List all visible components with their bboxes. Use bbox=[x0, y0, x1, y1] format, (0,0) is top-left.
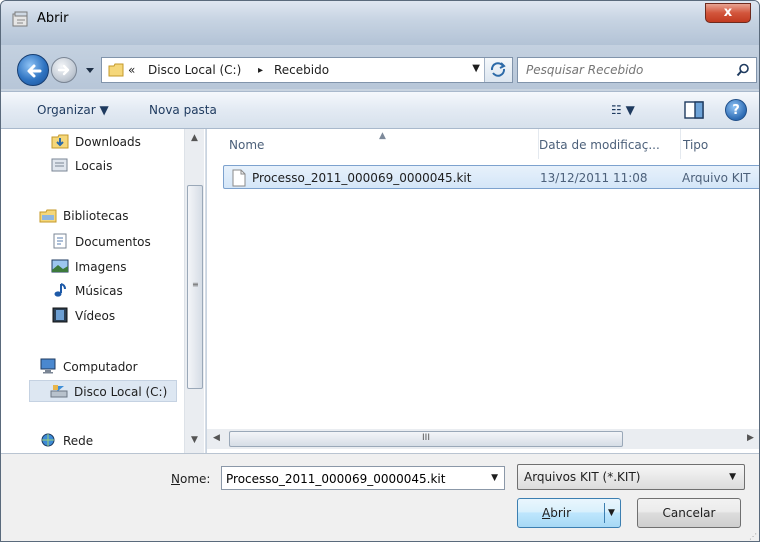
file-list-scrollbar[interactable]: ◀ III ▶ bbox=[207, 429, 759, 449]
back-arrow-icon bbox=[27, 64, 42, 78]
sidebar-item-rede[interactable]: Rede bbox=[1, 430, 183, 452]
breadcrumb-disco-local[interactable]: Disco Local (C:) bbox=[148, 63, 241, 77]
column-header-label: Tipo bbox=[683, 138, 709, 152]
downloads-icon bbox=[51, 134, 69, 149]
sidebar-item-bibliotecas[interactable]: Bibliotecas bbox=[1, 205, 183, 227]
open-button-label: Abrir bbox=[542, 499, 571, 527]
organize-menu[interactable]: Organizar ▼ bbox=[37, 103, 109, 117]
recent-pages-dropdown-icon[interactable] bbox=[83, 63, 97, 77]
open-button-text: brir bbox=[550, 506, 572, 520]
column-header-name[interactable]: Nome ▲ bbox=[215, 129, 539, 159]
library-icon bbox=[39, 209, 57, 223]
sidebar-item-musicas[interactable]: Músicas bbox=[1, 280, 183, 302]
search-input[interactable] bbox=[526, 62, 726, 78]
open-options-dropdown-icon[interactable]: ▼ bbox=[608, 499, 615, 527]
file-list: Nome ▲ Data de modificaç... Tipo Process… bbox=[207, 129, 759, 453]
file-type: Arquivo KIT bbox=[682, 171, 751, 185]
file-name: Processo_2011_000069_0000045.kit bbox=[252, 171, 472, 185]
sidebar-item-documentos[interactable]: Documentos bbox=[1, 231, 183, 253]
computer-icon bbox=[40, 358, 56, 374]
forward-button[interactable] bbox=[51, 57, 77, 83]
column-header-label: Data de modificaç... bbox=[539, 138, 660, 152]
navigation-pane: Downloads Locais Bibliotecas Documentos … bbox=[1, 129, 206, 453]
sidebar-item-videos[interactable]: Vídeos bbox=[1, 305, 183, 327]
places-icon bbox=[51, 158, 68, 172]
column-header-date[interactable]: Data de modificaç... bbox=[539, 129, 681, 159]
open-button[interactable]: Abrir ▼ bbox=[517, 498, 621, 528]
sidebar-item-label: Disco Local (C:) bbox=[74, 385, 168, 399]
sidebar-item-label: Documentos bbox=[75, 235, 151, 249]
sidebar-item-label: Computador bbox=[63, 360, 138, 374]
file-name-label-text: ome: bbox=[179, 472, 211, 486]
videos-icon bbox=[52, 307, 68, 323]
back-button[interactable] bbox=[17, 54, 49, 86]
help-icon[interactable]: ? bbox=[725, 99, 747, 121]
scrollbar-thumb[interactable]: ≡ bbox=[187, 185, 203, 389]
sidebar-item-locais[interactable]: Locais bbox=[1, 155, 183, 177]
address-prefix[interactable]: « bbox=[128, 63, 135, 77]
file-icon bbox=[232, 169, 246, 187]
column-header-label: Nome bbox=[229, 138, 265, 152]
sort-ascending-icon: ▲ bbox=[379, 131, 386, 141]
sidebar-item-label: Bibliotecas bbox=[63, 209, 129, 223]
search-icon[interactable] bbox=[736, 63, 750, 77]
scroll-right-icon[interactable]: ▶ bbox=[747, 433, 754, 443]
change-view-button[interactable]: ☷ ▼ bbox=[611, 101, 659, 121]
file-name-label: Nome: bbox=[171, 472, 210, 486]
sidebar-item-label: Rede bbox=[63, 434, 94, 448]
documents-icon bbox=[53, 233, 67, 249]
file-type-value: Arquivos KIT (*.KIT) bbox=[524, 470, 641, 484]
sidebar-item-label: Músicas bbox=[75, 284, 123, 298]
table-row[interactable]: Processo_2011_000069_0000045.kit 13/12/2… bbox=[223, 165, 759, 189]
network-icon bbox=[41, 433, 55, 447]
file-name-field[interactable] bbox=[226, 471, 476, 487]
sidebar-item-downloads[interactable]: Downloads bbox=[1, 131, 183, 153]
pictures-icon bbox=[51, 259, 69, 273]
navigation-pane-scrollbar[interactable]: ▲ ≡ ▼ bbox=[184, 129, 204, 453]
window-title: Abrir bbox=[37, 11, 69, 26]
close-button[interactable]: x bbox=[705, 3, 751, 23]
address-bar[interactable]: « Disco Local (C:) ▸ Recebido ▼ bbox=[101, 57, 513, 83]
view-list-icon: ☷ ▼ bbox=[611, 103, 635, 117]
preview-pane-icon[interactable] bbox=[683, 100, 705, 120]
file-name-combobox[interactable]: ▼ bbox=[221, 466, 505, 490]
file-type-select[interactable]: Arquivos KIT (*.KIT) ▼ bbox=[517, 464, 745, 490]
dialog-icon bbox=[12, 11, 28, 27]
sidebar-item-label: Locais bbox=[75, 159, 113, 173]
open-file-dialog: Abrir x « Disco Local (C:) ▸ Recebido ▼ bbox=[0, 0, 760, 542]
scroll-down-icon[interactable]: ▼ bbox=[191, 435, 198, 445]
breadcrumb-separator-icon[interactable]: ▸ bbox=[258, 65, 263, 76]
refresh-icon bbox=[490, 62, 506, 77]
address-dropdown-icon[interactable]: ▼ bbox=[472, 63, 480, 74]
cancel-button[interactable]: Cancelar bbox=[637, 498, 741, 528]
sidebar-item-label: Downloads bbox=[75, 135, 141, 149]
folder-icon bbox=[108, 63, 124, 77]
file-date: 13/12/2011 11:08 bbox=[540, 171, 648, 185]
file-name-label-accelerator: N bbox=[171, 472, 180, 486]
new-folder-button[interactable]: Nova pasta bbox=[149, 103, 217, 117]
scroll-left-icon[interactable]: ◀ bbox=[213, 433, 220, 443]
sidebar-item-label: Imagens bbox=[75, 260, 127, 274]
chevron-down-icon[interactable]: ▼ bbox=[491, 473, 498, 483]
open-button-accelerator: A bbox=[542, 506, 551, 520]
breadcrumb-recebido[interactable]: Recebido bbox=[274, 63, 329, 77]
sidebar-item-disco-local[interactable]: Disco Local (C:) bbox=[29, 380, 177, 402]
sidebar-item-imagens[interactable]: Imagens bbox=[1, 256, 183, 278]
forward-arrow-icon bbox=[57, 64, 70, 76]
refresh-button[interactable] bbox=[484, 58, 512, 82]
split-divider bbox=[604, 503, 605, 523]
scrollbar-thumb[interactable]: III bbox=[229, 431, 623, 447]
search-box[interactable] bbox=[517, 57, 757, 83]
title-bar: Abrir x bbox=[1, 1, 759, 45]
sidebar-item-computador[interactable]: Computador bbox=[1, 356, 183, 378]
drive-icon bbox=[50, 385, 68, 398]
chevron-down-icon[interactable]: ▼ bbox=[729, 472, 736, 482]
dialog-footer: Nome: ▼ Arquivos KIT (*.KIT) ▼ Abrir ▼ C… bbox=[1, 453, 759, 541]
scroll-grip-icon: ≡ bbox=[192, 280, 199, 289]
music-icon bbox=[54, 283, 66, 297]
resize-grip-icon[interactable]: ⋰ bbox=[749, 532, 757, 541]
scroll-up-icon[interactable]: ▲ bbox=[191, 133, 198, 143]
column-header-type[interactable]: Tipo bbox=[681, 129, 759, 159]
sidebar-item-label: Vídeos bbox=[75, 309, 116, 323]
